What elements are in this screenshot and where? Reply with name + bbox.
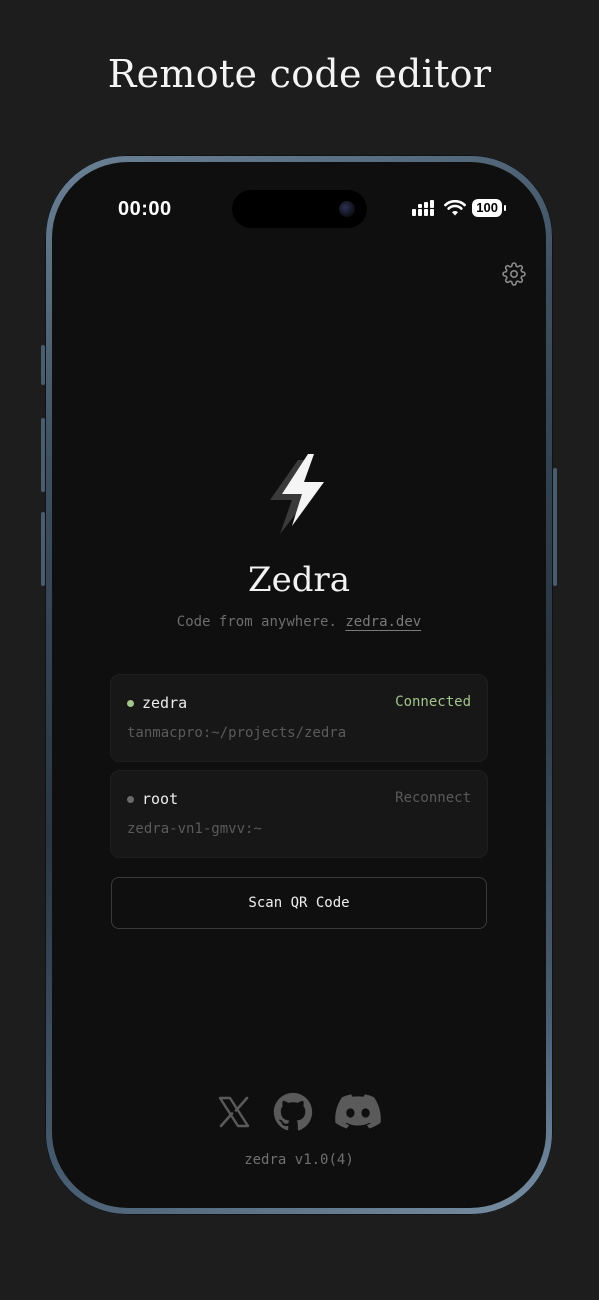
- volume-up-button: [41, 418, 45, 492]
- battery-icon: 100: [472, 199, 506, 217]
- page-headline: Remote code editor: [107, 52, 492, 96]
- social-links: [52, 1092, 546, 1132]
- tagline: Code from anywhere. zedra.dev: [52, 614, 546, 630]
- discord-icon[interactable]: [335, 1094, 381, 1130]
- connection-path: zedra-vn1-gmvv:~: [127, 821, 262, 837]
- status-dot: [127, 700, 134, 707]
- volume-down-button: [41, 512, 45, 586]
- camera-icon: [339, 201, 355, 217]
- status-dot: [127, 796, 134, 803]
- status-time: 00:00: [118, 198, 172, 220]
- connection-card-root[interactable]: root Reconnect zedra-vn1-gmvv:~: [110, 770, 488, 858]
- app-version: zedra v1.0(4): [244, 1152, 354, 1168]
- wifi-icon: [444, 200, 467, 216]
- power-button: [553, 468, 557, 586]
- phone-screen: 00:00 100 Zedra Code from anywhere. zedr…: [52, 162, 546, 1208]
- app-title: Zedra: [247, 560, 351, 600]
- signal-icon: [412, 200, 435, 216]
- connection-path: tanmacpro:~/projects/zedra: [127, 725, 347, 741]
- connection-name: root: [142, 790, 179, 808]
- scan-qr-button[interactable]: Scan QR Code: [111, 877, 487, 929]
- connection-card-zedra[interactable]: zedra Connected tanmacpro:~/projects/zed…: [110, 674, 488, 762]
- action-button: [41, 345, 45, 385]
- tagline-text: Code from anywhere.: [176, 614, 337, 630]
- reconnect-button[interactable]: Reconnect: [395, 790, 471, 806]
- connection-name: zedra: [142, 694, 188, 712]
- zedra-logo-icon: [270, 454, 324, 534]
- gear-icon[interactable]: [502, 262, 526, 286]
- x-icon[interactable]: [217, 1095, 251, 1129]
- status-icons: 100: [412, 199, 506, 217]
- website-link[interactable]: zedra.dev: [345, 614, 421, 630]
- dynamic-island: [232, 190, 367, 228]
- connection-status: Connected: [395, 694, 471, 710]
- github-icon[interactable]: [273, 1092, 313, 1132]
